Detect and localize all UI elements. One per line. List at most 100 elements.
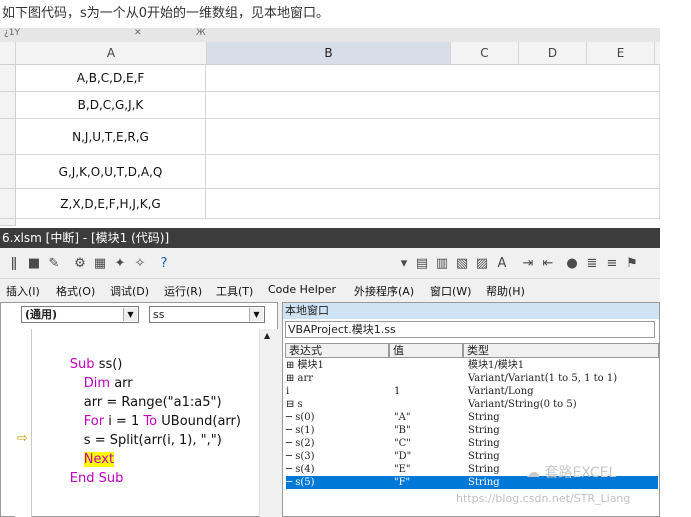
row-header[interactable] bbox=[0, 189, 16, 219]
column-header-b[interactable]: B bbox=[207, 42, 451, 64]
locals-type: Variant/String(0 to 5) bbox=[468, 399, 577, 410]
window-title: 6.xlsm [中断] - [模块1 (代码)] bbox=[0, 228, 660, 248]
tab-fragment: Ж bbox=[196, 28, 206, 38]
locals-expression: ⊞ arr bbox=[286, 373, 314, 384]
locals-expression: i bbox=[286, 386, 290, 397]
cell-a5[interactable]: Z,X,D,E,F,H,J,K,G bbox=[16, 189, 206, 219]
cell-row[interactable] bbox=[206, 189, 660, 219]
uncomment-block-icon[interactable]: ≡ bbox=[604, 256, 620, 272]
locals-row[interactable]: ⊞ arr Variant/Variant(1 to 5, 1 to 1) bbox=[286, 372, 658, 385]
row-header[interactable] bbox=[0, 219, 16, 226]
complete-word-icon[interactable]: A bbox=[494, 256, 510, 272]
locals-row[interactable]: ─ s(0) "A" String bbox=[286, 411, 658, 424]
locals-header-expression[interactable]: 表达式 bbox=[285, 343, 389, 358]
code-line-3[interactable]: arr = Range("a1:a5") bbox=[45, 374, 222, 410]
tab-fragment: ✕ bbox=[134, 28, 142, 38]
menu-tools[interactable]: 工具(T) bbox=[216, 283, 253, 299]
locals-value: "E" bbox=[394, 464, 411, 475]
execution-arrow-icon: ⇨ bbox=[17, 431, 28, 446]
code-pane: (通用) ▼ ss ▼ ⇨ Sub ss() Dim arr arr = Ran… bbox=[0, 302, 278, 517]
menu-debug[interactable]: 调试(D) bbox=[110, 283, 149, 299]
comment-block-icon[interactable]: ≣ bbox=[584, 256, 600, 272]
cell-a1[interactable]: A,B,C,D,E,F bbox=[16, 65, 206, 92]
scroll-up-icon[interactable]: ▲ bbox=[264, 331, 270, 340]
code-line-6-current[interactable]: Next bbox=[45, 431, 115, 467]
object-combo[interactable]: (通用) ▼ bbox=[21, 306, 139, 323]
object-browser-icon[interactable]: ✦ bbox=[112, 256, 128, 272]
procedure-combo[interactable]: ss ▼ bbox=[149, 306, 265, 323]
locals-row[interactable]: ─ s(1) "B" String bbox=[286, 424, 658, 437]
locals-header-type[interactable]: 类型 bbox=[463, 343, 659, 358]
indent-icon[interactable]: ⇥ bbox=[520, 256, 536, 272]
code-line-1[interactable]: Sub ss() bbox=[45, 336, 123, 372]
outdent-icon[interactable]: ⇤ bbox=[540, 256, 556, 272]
locals-row[interactable]: ⊞ 模块1 模块1/模块1 bbox=[286, 359, 658, 372]
locals-row[interactable]: ⊟ s Variant/String(0 to 5) bbox=[286, 398, 658, 411]
menu-bar: 插入(I) 格式(O) 调试(D) 运行(R) 工具(T) Code Helpe… bbox=[0, 280, 660, 302]
help-icon[interactable]: ? bbox=[156, 256, 172, 272]
object-combo-value: (通用) bbox=[25, 308, 58, 321]
column-header-row: A B C D E bbox=[0, 42, 660, 65]
locals-type: 模块1/模块1 bbox=[468, 360, 525, 371]
list-constants-icon[interactable]: ▥ bbox=[434, 256, 450, 272]
locals-type: String bbox=[468, 412, 500, 423]
code-line-2[interactable]: Dim arr bbox=[45, 355, 133, 391]
column-header-d[interactable]: D bbox=[519, 42, 587, 64]
locals-value: "B" bbox=[394, 425, 411, 436]
locals-type: String bbox=[468, 477, 500, 488]
menu-code-helper[interactable]: Code Helper bbox=[268, 283, 336, 296]
cell-row[interactable] bbox=[206, 92, 660, 119]
column-header-e[interactable]: E bbox=[587, 42, 655, 64]
locals-row[interactable]: i 1 Variant/Long bbox=[286, 385, 658, 398]
cell-a4[interactable]: G,J,K,O,U,T,D,A,Q bbox=[16, 155, 206, 189]
row-header[interactable] bbox=[0, 155, 16, 189]
locals-title: 本地窗口 bbox=[283, 303, 659, 319]
project-explorer-icon[interactable]: ⚙ bbox=[72, 256, 88, 272]
cell-row[interactable] bbox=[206, 119, 660, 155]
code-line-5[interactable]: s = Split(arr(i, 1), ",") bbox=[45, 412, 222, 448]
design-mode-icon[interactable]: ✎ bbox=[46, 256, 62, 272]
pause-icon[interactable]: ǁ bbox=[6, 256, 22, 272]
menu-window[interactable]: 窗口(W) bbox=[430, 283, 471, 299]
menu-run[interactable]: 运行(R) bbox=[164, 283, 202, 299]
menu-help[interactable]: 帮助(H) bbox=[486, 283, 525, 299]
cell-row[interactable] bbox=[206, 65, 660, 92]
menu-format[interactable]: 格式(O) bbox=[56, 283, 95, 299]
code-line-4[interactable]: For i = 1 To UBound(arr) bbox=[45, 393, 241, 429]
locals-expression: ⊟ s bbox=[286, 399, 303, 410]
locals-type: String bbox=[468, 451, 500, 462]
locals-expression: ─ s(3) bbox=[286, 451, 315, 462]
cell-a2[interactable]: B,D,C,G,J,K bbox=[16, 92, 206, 119]
row-header[interactable] bbox=[0, 92, 16, 119]
row-header[interactable] bbox=[0, 119, 16, 155]
code-scrollbar[interactable]: ▲ bbox=[259, 329, 278, 517]
excel-sheet: ¿1Ÿ ✕ Ж A B C D E A,B,C,D,E,F B,D,C,G,J,… bbox=[0, 28, 660, 226]
toolbar-grip-icon[interactable]: ▾ bbox=[396, 256, 412, 272]
toggle-breakpoint-icon[interactable]: ● bbox=[564, 256, 580, 272]
locals-header-value[interactable]: 值 bbox=[389, 343, 463, 358]
locals-row[interactable]: ─ s(2) "C" String bbox=[286, 437, 658, 450]
locals-type: String bbox=[468, 438, 500, 449]
stop-icon[interactable]: ■ bbox=[26, 256, 42, 272]
chevron-down-icon[interactable]: ▼ bbox=[123, 308, 137, 321]
chevron-down-icon[interactable]: ▼ bbox=[249, 308, 263, 321]
watermark-brand: ☁ 套路EXCEL bbox=[526, 465, 617, 481]
menu-addins[interactable]: 外接程序(A) bbox=[354, 283, 414, 299]
toolbox-icon[interactable]: ✧ bbox=[132, 256, 148, 272]
column-header-a[interactable]: A bbox=[16, 42, 207, 64]
locals-type: String bbox=[468, 464, 500, 475]
indicator-margin[interactable] bbox=[15, 329, 32, 517]
cell-a3[interactable]: N,J,U,T,E,R,G bbox=[16, 119, 206, 155]
locals-expression: ⊞ 模块1 bbox=[286, 360, 324, 371]
code-line-7[interactable]: End Sub bbox=[45, 450, 124, 486]
row-header[interactable] bbox=[0, 65, 16, 92]
select-all-corner[interactable] bbox=[0, 42, 16, 64]
menu-insert[interactable]: 插入(I) bbox=[6, 283, 40, 299]
quick-info-icon[interactable]: ▧ bbox=[454, 256, 470, 272]
list-members-icon[interactable]: ▤ bbox=[414, 256, 430, 272]
bookmark-icon[interactable]: ⚑ bbox=[624, 256, 640, 272]
parameter-info-icon[interactable]: ▨ bbox=[474, 256, 490, 272]
cell-row[interactable] bbox=[206, 155, 660, 189]
column-header-c[interactable]: C bbox=[451, 42, 519, 64]
properties-icon[interactable]: ▦ bbox=[92, 256, 108, 272]
